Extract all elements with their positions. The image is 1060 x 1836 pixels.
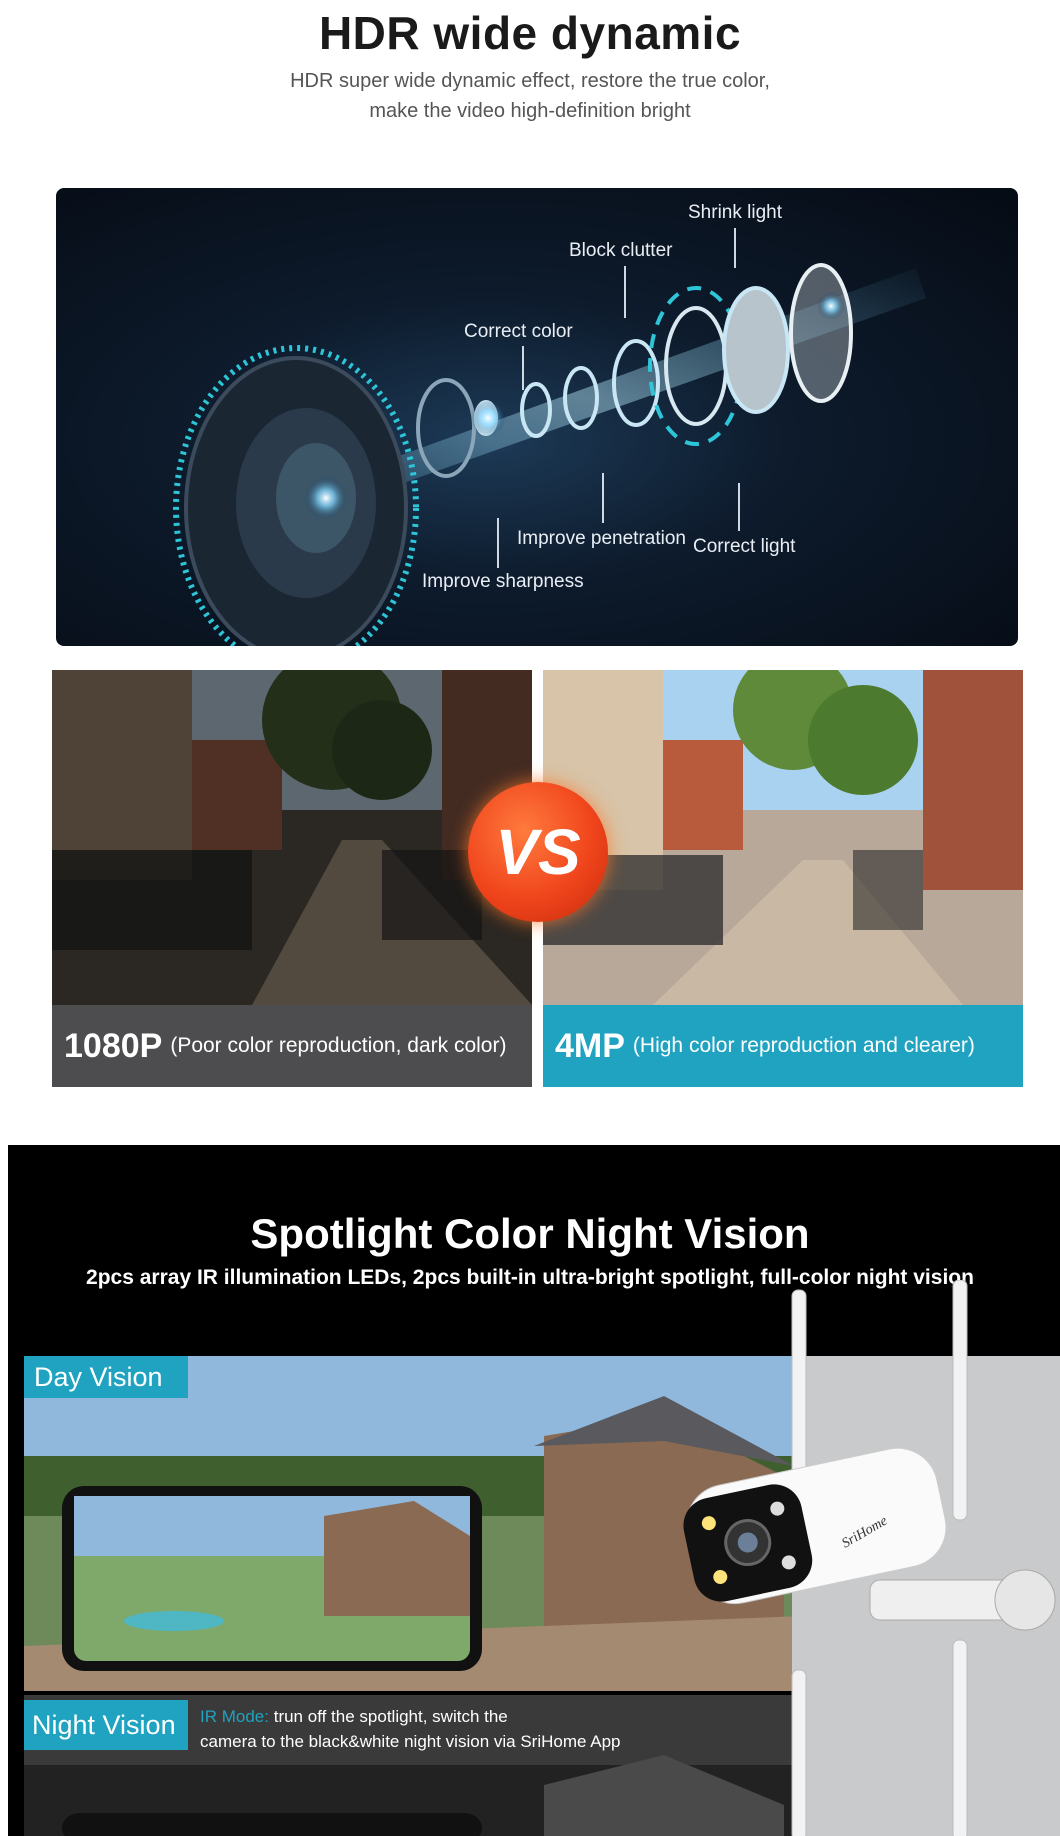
resolution-4mp: 4MP <box>555 1026 625 1065</box>
hdr-subtitle-line1: HDR super wide dynamic effect, restore t… <box>290 70 770 92</box>
caption-1080p-desc: (Poor color reproduction, dark color) <box>170 1034 507 1057</box>
ir-mode-text-line1: trun off the spotlight, switch the <box>273 1707 508 1726</box>
tag-day-vision: Day Vision <box>24 1356 188 1398</box>
label-improve-sharpness: Improve sharpness <box>422 571 584 592</box>
tag-night-vision: Night Vision <box>24 1700 188 1750</box>
label-improve-penetration: Improve penetration <box>517 528 686 549</box>
label-correct-color: Correct color <box>464 321 573 342</box>
label-block-clutter: Block clutter <box>569 240 673 261</box>
caption-4mp-desc: (High color reproduction and clearer) <box>632 1034 975 1057</box>
ir-mode-description: IR Mode: trun off the spotlight, switch … <box>200 1704 620 1754</box>
leader-line <box>734 228 736 268</box>
caption-4mp: 4MP (High color reproduction and clearer… <box>543 1005 1023 1087</box>
ir-mode-text-line2: camera to the black&white night vision v… <box>200 1732 621 1751</box>
vs-badge: VS <box>468 782 608 922</box>
section-title-hdr: HDR wide dynamic <box>318 7 742 59</box>
resolution-1080p: 1080P <box>64 1026 163 1065</box>
comparison-1080p: 1080P (Poor color reproduction, dark col… <box>52 670 532 1087</box>
label-correct-light: Correct light <box>693 536 796 557</box>
label-shrink-light: Shrink light <box>688 202 782 223</box>
lens-diagram-image: Shrink light Block clutter Correct color… <box>56 188 1018 646</box>
leader-line <box>497 518 499 568</box>
leader-line <box>738 483 740 531</box>
street-photo-bright <box>543 670 1023 1005</box>
comparison-4mp: 4MP (High color reproduction and clearer… <box>543 670 1023 1087</box>
caption-1080p: 1080P (Poor color reproduction, dark col… <box>52 1005 532 1087</box>
ir-mode-label: IR Mode: <box>200 1707 269 1726</box>
leader-line <box>624 266 626 318</box>
section-title-night-vision: Spotlight Color Night Vision <box>250 1210 810 1257</box>
leader-line <box>602 473 604 523</box>
leader-line <box>522 346 524 390</box>
hdr-subtitle-line2: make the video high-definition bright <box>369 100 691 122</box>
street-photo-dark <box>52 670 532 1005</box>
security-camera-image: SriHome <box>683 1280 1056 1836</box>
